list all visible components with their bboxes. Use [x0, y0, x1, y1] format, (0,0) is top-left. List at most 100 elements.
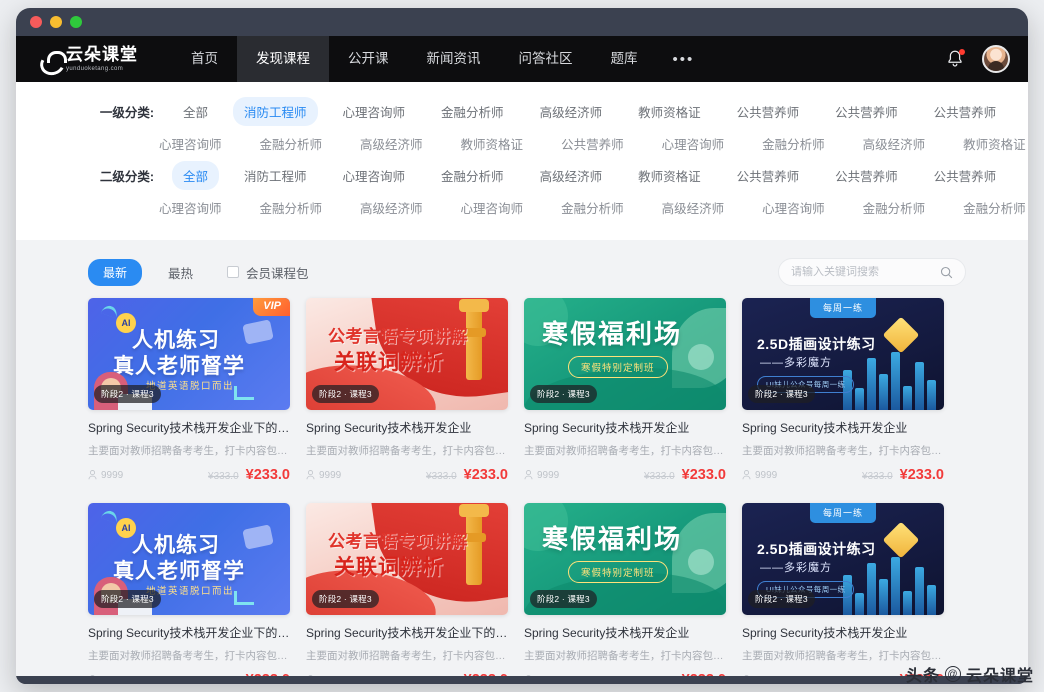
member-pack-checkbox[interactable]: 会员课程包 — [227, 263, 309, 282]
secondary-tag-8[interactable]: 公共营养师 — [923, 161, 1008, 190]
course-thumbnail[interactable]: AI 人机练习 真人老师督学 地道英语脱口而出 阶段2 · 课程3 — [88, 503, 290, 615]
primary-sub-tag-1[interactable]: 金融分析师 — [249, 129, 334, 158]
secondary-sub-tag-1[interactable]: 金融分析师 — [249, 193, 334, 222]
course-title[interactable]: Spring Security技术栈开发企业下的交... — [88, 625, 290, 641]
course-thumbnail[interactable]: 公考言语专项讲解 关联词辨析 阶段2 · 课程3 — [306, 503, 508, 615]
course-thumbnail[interactable]: 公考言语专项讲解 关联词辨析 阶段2 · 课程3 — [306, 298, 508, 410]
bell-icon[interactable] — [946, 49, 964, 69]
secondary-tag-3[interactable]: 金融分析师 — [430, 161, 515, 190]
course-card[interactable]: 公考言语专项讲解 关联词辨析 阶段2 · 课程3 Spring Security… — [306, 298, 508, 483]
search-box[interactable] — [778, 258, 966, 286]
search-icon[interactable] — [940, 266, 953, 279]
secondary-sub-tag-8[interactable]: 金融分析师 — [952, 193, 1028, 222]
course-title[interactable]: Spring Security技术栈开发企业下的交... — [88, 420, 290, 436]
course-thumbnail[interactable]: 每周一练 2.5D插画设计练习 ——多彩魔方 UI妹儿公众号每周一练 阶段2 ·… — [742, 503, 944, 615]
stage-badge: 阶段2 · 课程3 — [530, 385, 597, 403]
secondary-sub-tag-4[interactable]: 金融分析师 — [550, 193, 635, 222]
secondary-sub-tag-2[interactable]: 高级经济师 — [349, 193, 434, 222]
course-thumbnail[interactable]: AI 人机练习 真人老师督学 地道英语脱口而出 VIP 阶段2 · 课程3 — [88, 298, 290, 410]
window-close-button[interactable] — [30, 16, 42, 28]
secondary-tag-1[interactable]: 消防工程师 — [233, 161, 318, 190]
course-card[interactable]: AI 人机练习 真人老师督学 地道英语脱口而出 VIP 阶段2 · 课程3 Sp… — [88, 298, 290, 483]
nav-item-discover[interactable]: 发现课程 — [237, 36, 329, 82]
course-title[interactable]: Spring Security技术栈开发企业下的交... — [306, 625, 508, 641]
brand-name-cn: 云朵课堂 — [66, 46, 138, 63]
primary-sub-tag-7[interactable]: 高级经济师 — [852, 129, 937, 158]
primary-tag-4[interactable]: 高级经济师 — [529, 97, 614, 126]
person-icon — [524, 470, 533, 480]
secondary-sub-tag-7[interactable]: 金融分析师 — [852, 193, 937, 222]
primary-sub-tag-6[interactable]: 金融分析师 — [751, 129, 836, 158]
current-price: ¥233.0 — [246, 467, 290, 483]
course-title[interactable]: Spring Security技术栈开发企业 — [524, 625, 726, 641]
secondary-category-row: 二级分类: 全部 消防工程师 心理咨询师 金融分析师 高级经济师 教师资格证 公… — [16, 160, 1028, 190]
secondary-sub-tag-0[interactable]: 心理咨询师 — [148, 193, 233, 222]
search-input[interactable] — [791, 266, 940, 278]
primary-tag-5[interactable]: 教师资格证 — [627, 97, 712, 126]
primary-sub-tag-8[interactable]: 教师资格证 — [952, 129, 1028, 158]
primary-sub-tag-3[interactable]: 教师资格证 — [450, 129, 535, 158]
learner-count-value: 9999 — [755, 470, 777, 481]
primary-sub-tag-0[interactable]: 心理咨询师 — [148, 129, 233, 158]
course-title[interactable]: Spring Security技术栈开发企业 — [524, 420, 726, 436]
sort-newest-button[interactable]: 最新 — [88, 259, 142, 286]
secondary-sub-tag-5[interactable]: 高级经济师 — [651, 193, 736, 222]
thumb-line-1: 2.5D插画设计练习 — [757, 539, 876, 559]
course-card[interactable]: 公考言语专项讲解 关联词辨析 阶段2 · 课程3 Spring Security… — [306, 503, 508, 676]
course-thumbnail[interactable]: 寒假福利场 寒假特别定制班 阶段2 · 课程3 — [524, 298, 726, 410]
price-group: ¥333.0 ¥233.0 — [208, 467, 290, 483]
course-title[interactable]: Spring Security技术栈开发企业 — [742, 625, 944, 641]
secondary-tag-2[interactable]: 心理咨询师 — [332, 161, 417, 190]
stage-badge: 阶段2 · 课程3 — [748, 590, 815, 608]
secondary-tag-7[interactable]: 公共营养师 — [824, 161, 909, 190]
learner-count-value: 9999 — [319, 470, 341, 481]
course-card[interactable]: 寒假福利场 寒假特别定制班 阶段2 · 课程3 Spring Security技… — [524, 503, 726, 676]
nav-more-icon[interactable]: ••• — [657, 51, 711, 68]
watermark-suffix: 云朵课堂 — [966, 662, 1034, 686]
course-card[interactable]: AI 人机练习 真人老师督学 地道英语脱口而出 阶段2 · 课程3 Spring… — [88, 503, 290, 676]
secondary-tag-0[interactable]: 全部 — [172, 161, 219, 190]
window-maximize-button[interactable] — [70, 16, 82, 28]
primary-tag-7[interactable]: 公共营养师 — [824, 97, 909, 126]
course-description: 主要面对教师招聘备考考生，打卡内容包括... — [88, 443, 290, 458]
primary-subcategory-tags: 心理咨询师 金融分析师 高级经济师 教师资格证 公共营养师 心理咨询师 金融分析… — [148, 129, 1028, 158]
brand-logo[interactable]: 云朵课堂 yunduoketang.com — [38, 46, 138, 72]
nav-item-open[interactable]: 公开课 — [329, 36, 408, 82]
primary-sub-tag-5[interactable]: 心理咨询师 — [651, 129, 736, 158]
course-thumbnail[interactable]: 每周一练 2.5D插画设计练习 ——多彩魔方 UI妹儿公众号每周一练 阶段2 ·… — [742, 298, 944, 410]
primary-tag-3[interactable]: 金融分析师 — [430, 97, 515, 126]
primary-tag-8[interactable]: 公共营养师 — [923, 97, 1008, 126]
nav-item-home[interactable]: 首页 — [172, 36, 237, 82]
nav-right-actions — [946, 45, 1010, 73]
thumb-ribbon: 寒假特别定制班 — [568, 356, 668, 378]
course-title[interactable]: Spring Security技术栈开发企业 — [742, 420, 944, 436]
nav-item-question-bank[interactable]: 题库 — [592, 36, 657, 82]
primary-tag-2[interactable]: 心理咨询师 — [332, 97, 417, 126]
nav-item-news[interactable]: 新闻资讯 — [408, 36, 500, 82]
course-card[interactable]: 每周一练 2.5D插画设计练习 ——多彩魔方 UI妹儿公众号每周一练 阶段2 ·… — [742, 503, 944, 676]
secondary-tag-4[interactable]: 高级经济师 — [529, 161, 614, 190]
course-card[interactable]: 每周一练 2.5D插画设计练习 ——多彩魔方 UI妹儿公众号每周一练 阶段2 ·… — [742, 298, 944, 483]
primary-tag-1[interactable]: 消防工程师 — [233, 97, 318, 126]
avatar[interactable] — [982, 45, 1010, 73]
thumb-line-1: 公考言语专项讲解 — [328, 527, 468, 552]
vip-badge: VIP — [253, 298, 290, 316]
nav-item-qa[interactable]: 问答社区 — [500, 36, 592, 82]
current-price: ¥233.0 — [464, 467, 508, 483]
secondary-sub-tag-6[interactable]: 心理咨询师 — [751, 193, 836, 222]
course-card[interactable]: 寒假福利场 寒假特别定制班 阶段2 · 课程3 Spring Security技… — [524, 298, 726, 483]
primary-tag-9[interactable]: 公共营养师 — [1021, 97, 1028, 126]
sort-hottest-button[interactable]: 最热 — [168, 263, 193, 282]
secondary-tag-9[interactable]: 公共营养师 — [1021, 161, 1028, 190]
primary-sub-tag-2[interactable]: 高级经济师 — [349, 129, 434, 158]
secondary-sub-tag-3[interactable]: 心理咨询师 — [450, 193, 535, 222]
window-minimize-button[interactable] — [50, 16, 62, 28]
secondary-tag-6[interactable]: 公共营养师 — [726, 161, 811, 190]
primary-tag-0[interactable]: 全部 — [172, 97, 219, 126]
secondary-tag-5[interactable]: 教师资格证 — [627, 161, 712, 190]
primary-tag-6[interactable]: 公共营养师 — [726, 97, 811, 126]
course-thumbnail[interactable]: 寒假福利场 寒假特别定制班 阶段2 · 课程3 — [524, 503, 726, 615]
course-description: 主要面对教师招聘备考考生，打卡内容包括... — [524, 443, 726, 458]
course-title[interactable]: Spring Security技术栈开发企业 — [306, 420, 508, 436]
primary-sub-tag-4[interactable]: 公共营养师 — [550, 129, 635, 158]
